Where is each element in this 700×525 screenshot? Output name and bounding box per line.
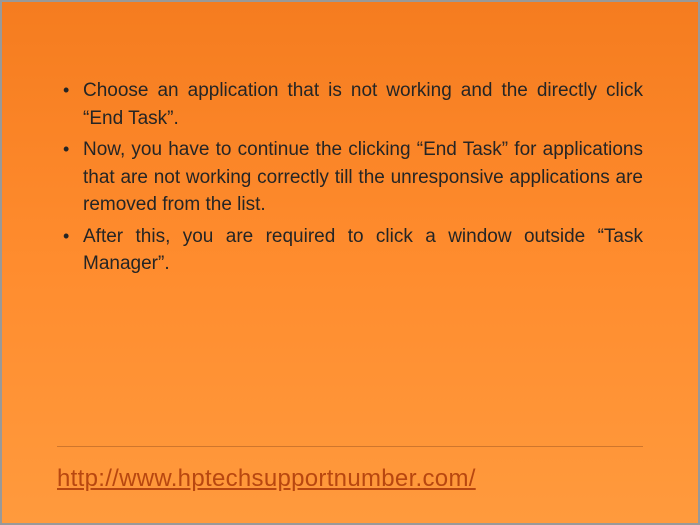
list-item: After this, you are required to click a … xyxy=(57,223,643,278)
bullet-list: Choose an application that is not workin… xyxy=(57,77,643,278)
footer-link[interactable]: http://www.hptechsupportnumber.com/ xyxy=(57,465,476,492)
list-item: Now, you have to continue the clicking “… xyxy=(57,136,643,219)
slide: Choose an application that is not workin… xyxy=(0,0,700,525)
list-item: Choose an application that is not workin… xyxy=(57,77,643,132)
bullet-text: Choose an application that is not workin… xyxy=(83,80,643,129)
bullet-text: Now, you have to continue the clicking “… xyxy=(83,139,643,215)
footer-area: http://www.hptechsupportnumber.com/ xyxy=(2,446,698,523)
content-area: Choose an application that is not workin… xyxy=(2,2,698,446)
bullet-text: After this, you are required to click a … xyxy=(83,226,643,275)
divider xyxy=(57,446,643,447)
